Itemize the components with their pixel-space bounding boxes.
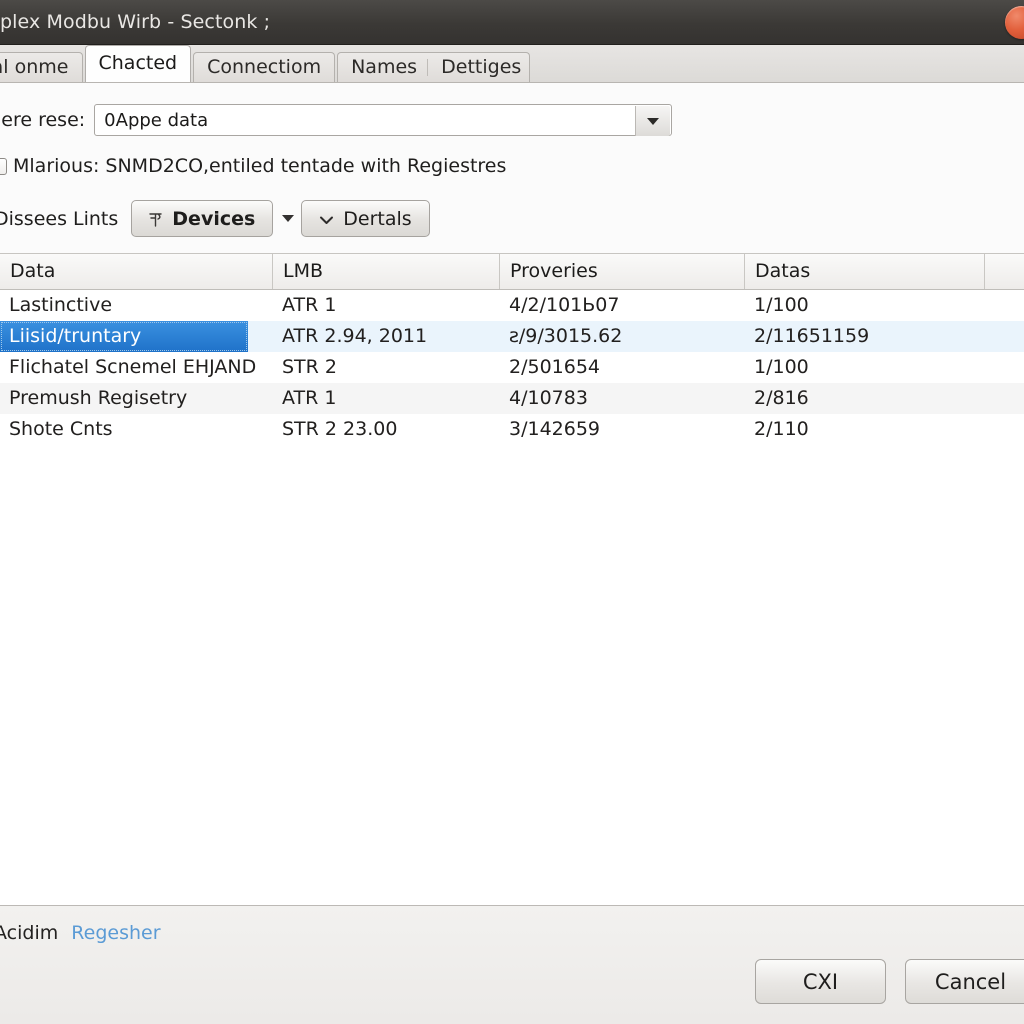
column-header-lmb[interactable]: LMB xyxy=(273,254,500,289)
tab-label: Chacted xyxy=(98,52,178,74)
chevron-glyph xyxy=(320,216,334,224)
footer-status: Acidim Regesher xyxy=(0,922,161,944)
cell-lmb: STR 2 23.00 xyxy=(282,418,398,440)
cell-proveries: 4/2/101Ь07 xyxy=(509,294,620,316)
cell-datas: 1/100 xyxy=(754,294,809,316)
device-icon xyxy=(149,211,163,227)
cell-lmb: ATR 1 xyxy=(282,387,337,409)
cell-lmb: STR 2 xyxy=(282,356,337,378)
table-row[interactable]: Liisid/truntary ATR 2.94, 2011 ƨ/9/3015.… xyxy=(0,321,1024,352)
table-header-row: Data LMB Proveries Datas xyxy=(0,254,1024,290)
source-combo-row: iere rese: 0Appe data xyxy=(0,104,673,136)
application-window: plex Modbu Wirb - Sectonk ; onal onme Ch… xyxy=(0,0,1024,1024)
tab-label-secondary: Dettiges xyxy=(441,56,522,78)
title-bar: plex Modbu Wirb - Sectonk ; xyxy=(0,0,1024,45)
device-glyph xyxy=(149,212,162,227)
table-row[interactable]: Lastinctive ATR 1 4/2/101Ь07 1/100 xyxy=(0,290,1024,321)
devices-button-label: Devices xyxy=(172,207,256,230)
tab-list: onal onme Chacted Connectiom Names Detti… xyxy=(0,45,532,82)
cell-data: Flichatel Scnemel EHJAND xyxy=(9,356,257,378)
cancel-button[interactable]: Cancel xyxy=(905,959,1024,1004)
window-title: plex Modbu Wirb - Sectonk ; xyxy=(0,11,271,33)
tab-label: Connectiom xyxy=(207,56,322,78)
cell-proveries: 3/142659 xyxy=(509,418,601,440)
devices-split-chevron-down-icon[interactable] xyxy=(282,215,295,222)
column-header-proveries[interactable]: Proveries xyxy=(500,254,745,289)
cell-data: Liisid/truntary xyxy=(0,321,248,352)
caret-shape xyxy=(647,117,660,125)
source-combo-value: 0Appe data xyxy=(104,109,209,131)
list-actions-label: Dissees Lints xyxy=(0,207,119,230)
tab-strip: onal onme Chacted Connectiom Names Detti… xyxy=(0,45,1024,83)
footer-button-group: CXI Cancel xyxy=(755,959,1024,1004)
content-panel: iere rese: 0Appe data Mlarious: SNMD2CO,… xyxy=(0,83,1024,905)
table-row[interactable]: Shote Cnts STR 2 23.00 3/142659 2/110 xyxy=(0,414,1024,445)
cell-proveries: 2/501654 xyxy=(509,356,601,378)
cell-lmb: ATR 2.94, 2011 xyxy=(282,325,428,347)
source-combo-box[interactable]: 0Appe data xyxy=(94,104,673,136)
column-header-data[interactable]: Data xyxy=(0,254,273,289)
cell-datas: 1/100 xyxy=(754,356,809,378)
chevron-down-icon[interactable] xyxy=(635,106,671,136)
refresh-link[interactable]: Regesher xyxy=(71,922,160,944)
table-row[interactable]: Premush Regisetry ATR 1 4/10783 2/816 xyxy=(0,383,1024,414)
registers-checkbox-row[interactable]: Mlarious: SNMD2CO,entiled tentade with R… xyxy=(0,155,506,177)
table-row[interactable]: Flichatel Scnemel EHJAND STR 2 2/501654 … xyxy=(0,352,1024,383)
cell-datas: 2/11651159 xyxy=(754,325,870,347)
cell-data: Premush Regisetry xyxy=(9,387,188,409)
cell-datas: 2/816 xyxy=(754,387,809,409)
data-table: Data LMB Proveries Datas Lastinctive ATR… xyxy=(0,253,1024,905)
cell-data: Lastinctive xyxy=(9,294,113,316)
close-circle-icon[interactable] xyxy=(1005,6,1024,39)
tab-chacted[interactable]: Chacted xyxy=(84,45,192,82)
registers-checkbox[interactable] xyxy=(0,157,7,175)
details-button-label: Dertals xyxy=(343,207,412,230)
footer-status-text: Acidim xyxy=(0,922,59,944)
tab-label: onal onme xyxy=(0,56,69,78)
source-combo-label: iere rese: xyxy=(0,109,86,131)
devices-button[interactable]: Devices xyxy=(131,200,274,237)
tab-label: Names xyxy=(351,56,418,78)
tab-names-dettiges[interactable]: Names Dettiges xyxy=(337,52,531,82)
tab-connectiom[interactable]: Connectiom xyxy=(193,52,336,82)
cell-lmb: ATR 1 xyxy=(282,294,337,316)
registers-checkbox-label: Mlarious: SNMD2CO,entiled tentade with R… xyxy=(13,155,507,177)
cell-proveries: ƨ/9/3015.62 xyxy=(509,325,623,347)
table-body: Lastinctive ATR 1 4/2/101Ь07 1/100 Liisi… xyxy=(0,290,1024,445)
ok-button[interactable]: CXI xyxy=(755,959,886,1004)
tab-onal-onme[interactable]: onal onme xyxy=(0,52,83,82)
cell-proveries: 4/10783 xyxy=(509,387,588,409)
cell-data: Shote Cnts xyxy=(9,418,113,440)
column-header-datas[interactable]: Datas xyxy=(745,254,985,289)
footer-bar: Acidim Regesher CXI Cancel xyxy=(0,905,1024,1024)
list-actions-row: Dissees Lints Devices Dertals xyxy=(0,200,430,237)
details-button[interactable]: Dertals xyxy=(301,200,430,237)
cell-datas: 2/110 xyxy=(754,418,809,440)
column-header-extra[interactable] xyxy=(985,254,1024,289)
chevron-down-icon xyxy=(319,208,334,230)
tab-divider xyxy=(427,59,429,76)
